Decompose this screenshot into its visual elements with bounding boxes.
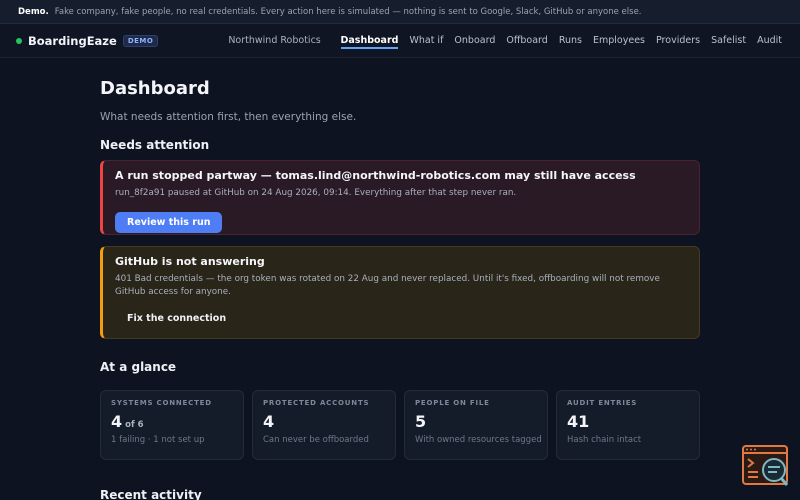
stat-label: SYSTEMS CONNECTED [111, 399, 212, 407]
stat-value: 5 [415, 412, 537, 431]
nav-dashboard[interactable]: Dashboard [340, 24, 398, 57]
needs-attention-heading: Needs attention [100, 138, 210, 152]
alert-github-connection: GitHub is not answering 401 Bad credenti… [100, 246, 700, 339]
stat-number: 41 [567, 412, 590, 431]
alert-title: A run stopped partway — tomas.lind@north… [115, 169, 636, 182]
stat-value: 4 of 6 [111, 412, 233, 431]
nav-providers[interactable]: Providers [656, 24, 700, 57]
stat-label: PROTECTED ACCOUNTS [263, 399, 370, 407]
stat-card-systems[interactable]: SYSTEMS CONNECTED 4 of 6 1 failing · 1 no… [100, 390, 244, 460]
nav-employees[interactable]: Employees [593, 24, 645, 57]
organization-name: Northwind Robotics [228, 35, 321, 46]
stat-label: AUDIT ENTRIES [567, 399, 638, 407]
demo-banner-label: Demo. [18, 6, 49, 17]
nav-audit[interactable]: Audit [757, 24, 782, 57]
stat-note: 1 failing · 1 not set up [111, 435, 205, 445]
demo-badge: DEMO [122, 34, 159, 47]
demo-banner: Demo. Fake company, fake people, no real… [0, 0, 800, 24]
fix-connection-button[interactable]: Fix the connection [115, 307, 238, 330]
page-title: Dashboard [100, 78, 210, 99]
stat-note: Hash chain intact [567, 435, 642, 445]
nav-runs[interactable]: Runs [559, 24, 582, 57]
terminal-search-icon[interactable] [742, 445, 790, 487]
recent-activity-heading: Recent activity [100, 488, 202, 500]
brand[interactable]: BoardingEaze DEMO [16, 33, 159, 48]
main-nav: Dashboard What if Onboard Offboard Runs … [330, 24, 782, 57]
stat-card-audit[interactable]: AUDIT ENTRIES 41 Hash chain intact [556, 390, 700, 460]
stat-value: 4 [263, 412, 385, 431]
stat-number: 4 [263, 412, 275, 431]
stat-note: With owned resources tagged [415, 435, 542, 445]
demo-banner-text: Fake company, fake people, no real crede… [54, 6, 642, 17]
brand-name: BoardingEaze [28, 33, 117, 48]
stat-number: 4 [111, 412, 123, 431]
stats-grid: SYSTEMS CONNECTED 4 of 6 1 failing · 1 no… [100, 390, 700, 460]
nav-onboard[interactable]: Onboard [454, 24, 495, 57]
stat-card-people[interactable]: PEOPLE ON FILE 5 With owned resources ta… [404, 390, 548, 460]
review-run-button[interactable]: Review this run [115, 212, 223, 233]
stat-suffix: of 6 [125, 420, 144, 430]
nav-offboard[interactable]: Offboard [506, 24, 547, 57]
stat-number: 5 [415, 412, 427, 431]
stat-label: PEOPLE ON FILE [415, 399, 490, 407]
status-dot-icon [16, 37, 22, 44]
page-subtitle: What needs attention first, then everyth… [100, 111, 357, 123]
alert-body: run_8f2a91 paused at GitHub on 24 Aug 20… [115, 188, 517, 198]
nav-what-if[interactable]: What if [409, 24, 443, 57]
top-navigation: BoardingEaze DEMO Northwind Robotics Das… [0, 24, 800, 58]
nav-safelist[interactable]: Safelist [711, 24, 746, 57]
alert-stopped-run: A run stopped partway — tomas.lind@north… [100, 160, 700, 235]
stat-card-protected[interactable]: PROTECTED ACCOUNTS 4 Can never be offboa… [252, 390, 396, 460]
stat-value: 41 [567, 412, 689, 431]
at-a-glance-heading: At a glance [100, 360, 177, 374]
stat-note: Can never be offboarded [263, 435, 369, 445]
alert-body: 401 Bad credentials — the org token was … [115, 274, 660, 297]
main-content: Dashboard What needs attention first, th… [100, 58, 700, 500]
alert-title: GitHub is not answering [115, 255, 265, 268]
